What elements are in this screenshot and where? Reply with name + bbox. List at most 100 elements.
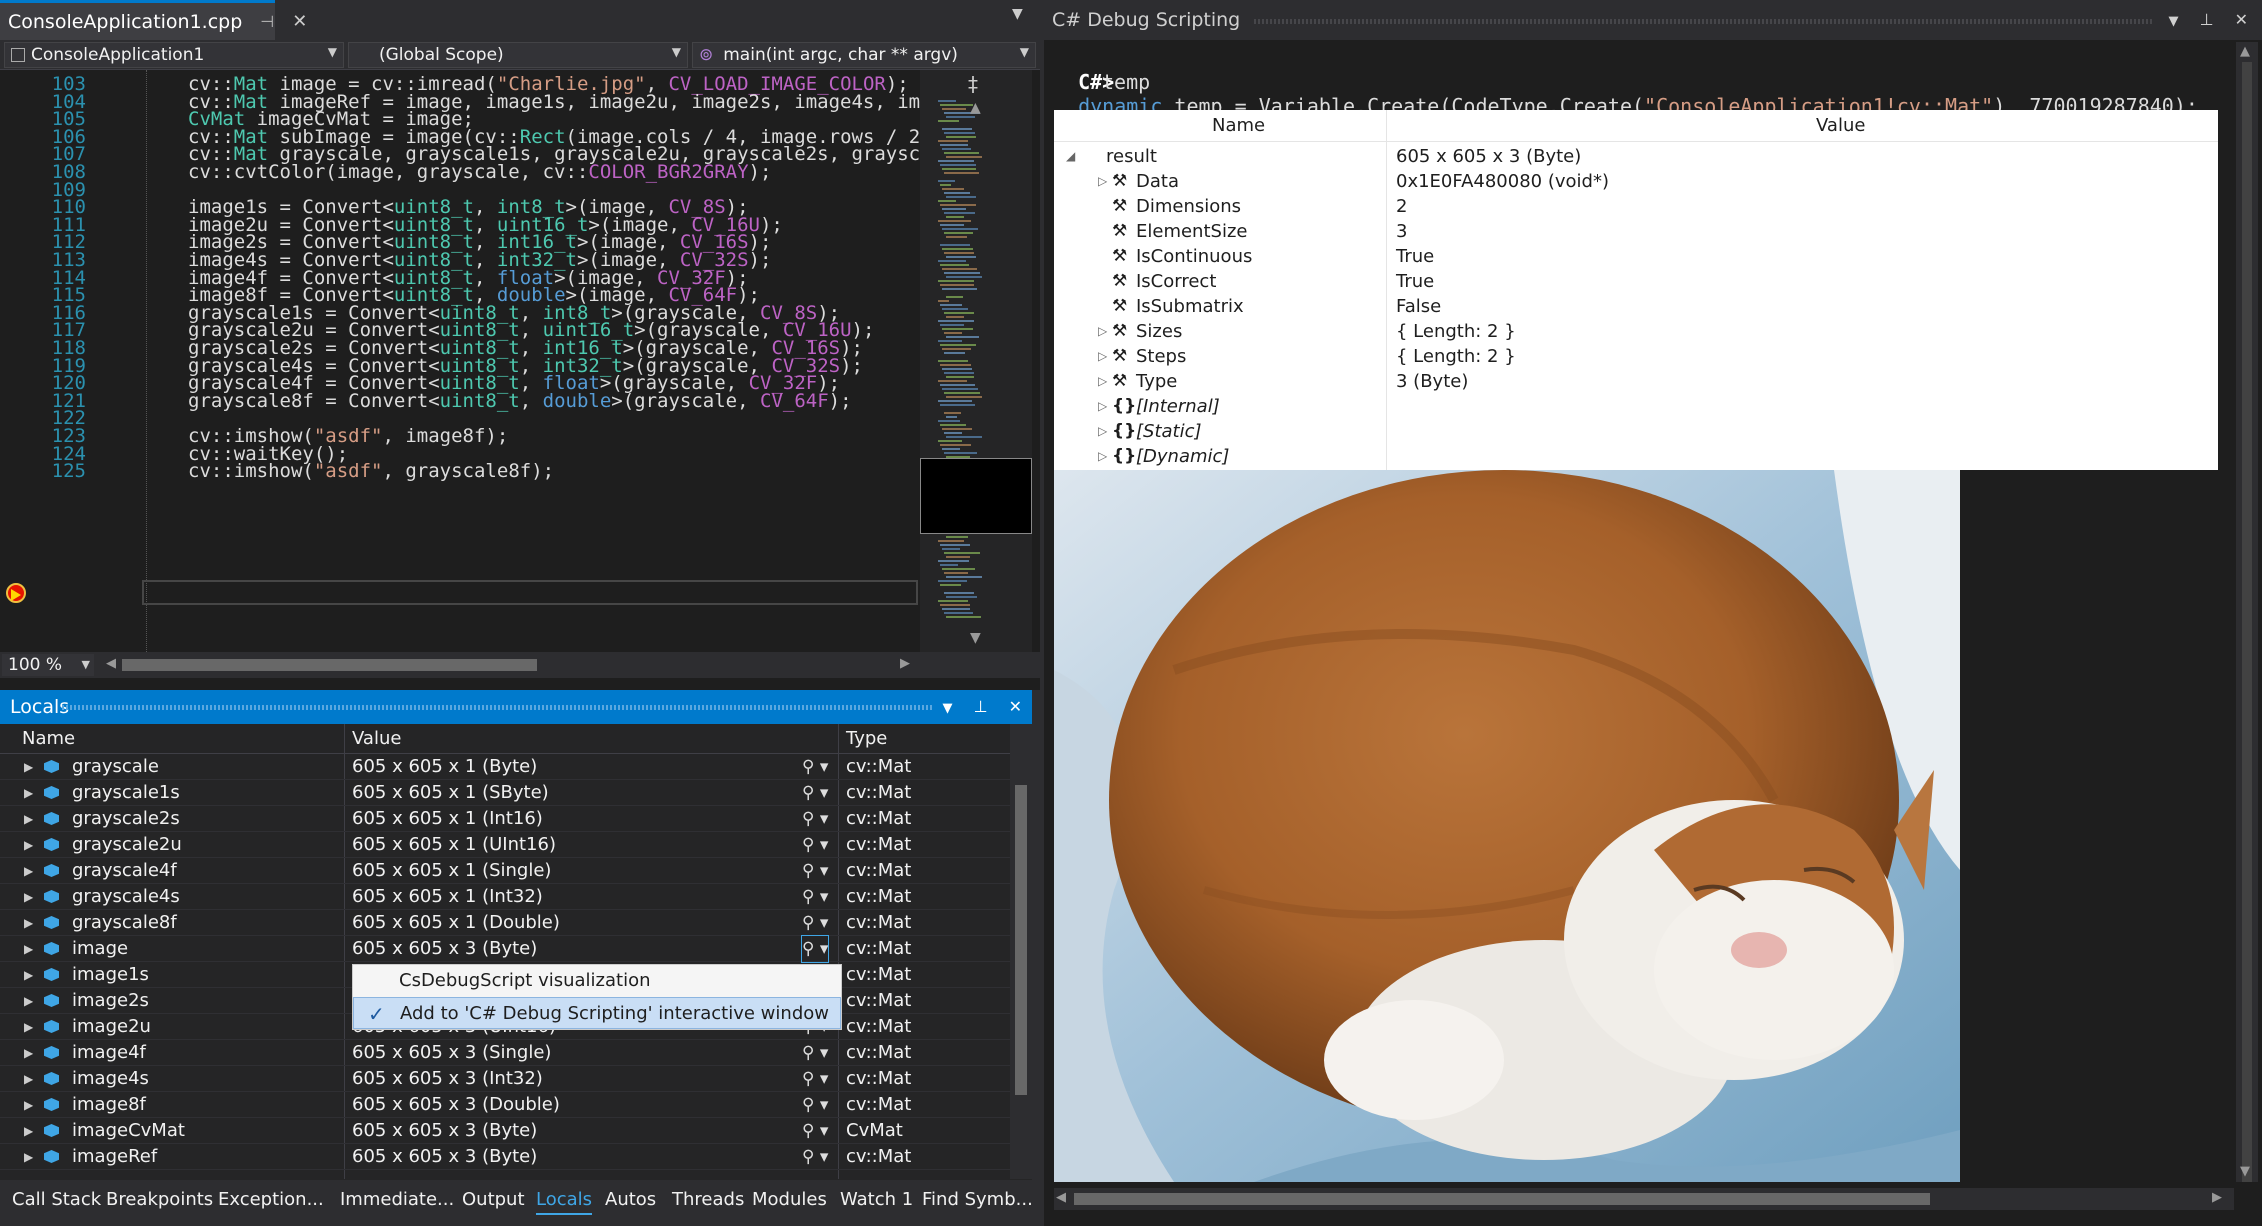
- expand-icon[interactable]: ▶: [24, 910, 33, 936]
- expand-icon[interactable]: ▷: [1098, 344, 1107, 369]
- locals-row[interactable]: ▶ grayscale1s 605 x 605 x 1 (SByte) ⚲ ▾ cv::…: [0, 780, 1010, 806]
- scroll-down-icon[interactable]: ▼: [2240, 1164, 2250, 1179]
- result-row[interactable]: ⚒ ElementSize 3: [1054, 219, 2218, 244]
- result-row[interactable]: ▷ ⚒ Sizes { Length: 2 }: [1054, 319, 2218, 344]
- bottom-tab[interactable]: Autos: [605, 1189, 656, 1210]
- expand-icon[interactable]: ▶: [24, 832, 33, 858]
- variable-value[interactable]: 605 x 605 x 3 (Single): [352, 1040, 551, 1066]
- magnifier-icon[interactable]: ⚲ ▾: [802, 910, 828, 936]
- locals-row[interactable]: ▶ image4f 605 x 605 x 3 (Single) ⚲ ▾ cv::Mat: [0, 1040, 1010, 1066]
- close-icon[interactable]: ✕: [292, 11, 307, 32]
- expand-icon[interactable]: ▷: [1098, 394, 1107, 419]
- column-header-value[interactable]: Value: [352, 724, 401, 754]
- expand-icon[interactable]: ▷: [1098, 319, 1107, 344]
- expand-icon[interactable]: ▶: [24, 1118, 33, 1144]
- project-dropdown[interactable]: ConsoleApplication1 ▼: [4, 42, 344, 68]
- scroll-left-icon[interactable]: ◀: [1056, 1190, 1066, 1205]
- minimap-viewport[interactable]: [920, 458, 1032, 534]
- minimap-scrollbar[interactable]: [920, 70, 1032, 652]
- bottom-tab[interactable]: Output: [462, 1189, 525, 1210]
- code-line[interactable]: 125 cv::imshow("asdf", grayscale8f);: [0, 459, 920, 484]
- expand-icon[interactable]: ▶: [24, 1144, 33, 1170]
- magnifier-icon[interactable]: ⚲ ▾: [802, 858, 828, 884]
- bottom-tab[interactable]: Find Symb...: [922, 1189, 1033, 1210]
- magnifier-icon[interactable]: ⚲ ▾: [802, 1040, 828, 1066]
- magnifier-icon[interactable]: ⚲ ▾: [802, 1092, 828, 1118]
- chevron-down-icon[interactable]: ▼: [1012, 6, 1023, 22]
- bottom-tab[interactable]: Modules: [752, 1189, 827, 1210]
- locals-row[interactable]: ▶ grayscale8f 605 x 605 x 1 (Double) ⚲ ▾ cv:…: [0, 910, 1010, 936]
- scripting-vertical-scrollbar-thumb[interactable]: [2242, 62, 2252, 1182]
- command-line[interactable]: C#> dynamic temp = Variable.Create(CodeT…: [1054, 46, 2198, 118]
- locals-row[interactable]: ▶ grayscale4s 605 x 605 x 1 (Int32) ⚲ ▾ cv::…: [0, 884, 1010, 910]
- scroll-right-icon[interactable]: ▶: [2212, 1190, 2222, 1205]
- pin-icon[interactable]: ⊣: [260, 12, 274, 31]
- variable-value[interactable]: 605 x 605 x 1 (Int32): [352, 884, 543, 910]
- command-line-2[interactable]: temp: [1102, 70, 1150, 94]
- scroll-right-icon[interactable]: ▶: [900, 656, 910, 671]
- variable-value[interactable]: 605 x 605 x 1 (UInt16): [352, 832, 556, 858]
- expand-icon[interactable]: ▶: [24, 1014, 33, 1040]
- locals-row[interactable]: ▶ imageRef 605 x 605 x 3 (Byte) ⚲ ▾ cv::Mat: [0, 1144, 1010, 1170]
- variable-value[interactable]: 605 x 605 x 1 (Double): [352, 910, 560, 936]
- result-row[interactable]: ⚒ IsSubmatrix False: [1054, 294, 2218, 319]
- expand-icon[interactable]: ▷: [1098, 369, 1107, 394]
- result-row[interactable]: ⚒ Dimensions 2: [1054, 194, 2218, 219]
- close-icon[interactable]: ✕: [2235, 10, 2248, 29]
- result-row[interactable]: ⚒ IsContinuous True: [1054, 244, 2218, 269]
- magnifier-icon[interactable]: ⚲ ▾: [802, 1144, 828, 1170]
- column-header-type[interactable]: Type: [846, 724, 887, 754]
- locals-row[interactable]: ▶ grayscale 605 x 605 x 1 (Byte) ⚲ ▾ cv::Mat: [0, 754, 1010, 780]
- variable-value[interactable]: 605 x 605 x 3 (Double): [352, 1092, 560, 1118]
- locals-row[interactable]: ▶ grayscale2u 605 x 605 x 1 (UInt16) ⚲ ▾ cv:…: [0, 832, 1010, 858]
- expand-icon[interactable]: ▶: [24, 884, 33, 910]
- result-row[interactable]: ▷{} [Internal]: [1054, 394, 2218, 419]
- expand-icon[interactable]: ▶: [24, 1092, 33, 1118]
- column-header-name[interactable]: Name: [1212, 115, 1265, 136]
- expand-icon[interactable]: ▶: [24, 1066, 33, 1092]
- result-row[interactable]: ▷ ⚒ Data 0x1E0FA480080 (void*): [1054, 169, 2218, 194]
- scripting-horizontal-scrollbar-thumb[interactable]: [1074, 1193, 1930, 1205]
- pin-icon[interactable]: ⊥: [974, 697, 988, 716]
- result-row[interactable]: ⚒ IsCorrect True: [1054, 269, 2218, 294]
- file-tab[interactable]: ConsoleApplication1.cpp ⊣ ✕: [0, 0, 307, 40]
- expand-icon[interactable]: ▶: [24, 858, 33, 884]
- expand-icon[interactable]: ▶: [24, 936, 33, 962]
- expand-icon[interactable]: ▶: [24, 962, 33, 988]
- expand-icon[interactable]: ▶: [24, 754, 33, 780]
- variable-value[interactable]: 605 x 605 x 1 (Single): [352, 858, 551, 884]
- result-row[interactable]: ▷{} [Dynamic]: [1054, 444, 2218, 469]
- magnifier-icon[interactable]: ⚲ ▾: [802, 1066, 828, 1092]
- magnifier-icon[interactable]: ⚲ ▾: [802, 806, 828, 832]
- expand-icon[interactable]: ▶: [24, 1040, 33, 1066]
- expand-icon[interactable]: ▷: [1098, 169, 1107, 194]
- locals-row[interactable]: ▶ image8f 605 x 605 x 3 (Double) ⚲ ▾ cv::Mat: [0, 1092, 1010, 1118]
- result-row[interactable]: ▷ ⚒ Type 3 (Byte): [1054, 369, 2218, 394]
- column-header-value[interactable]: Value: [1816, 115, 1865, 136]
- result-row[interactable]: ▷{} [Static]: [1054, 419, 2218, 444]
- locals-scrollbar-thumb[interactable]: [1015, 785, 1027, 1095]
- scroll-left-icon[interactable]: ◀: [106, 656, 116, 671]
- variable-value[interactable]: 605 x 605 x 3 (Byte): [352, 1144, 537, 1170]
- breakpoint-current-line-icon[interactable]: [6, 583, 26, 603]
- magnifier-icon[interactable]: ⚲ ▾: [802, 780, 828, 806]
- chevron-down-icon[interactable]: ▼: [942, 701, 952, 716]
- magnifier-icon[interactable]: ⚲ ▾: [802, 832, 828, 858]
- expand-icon[interactable]: ▷: [1098, 444, 1107, 469]
- menu-item-csdebugscript-visualization[interactable]: CsDebugScript visualization: [353, 965, 841, 997]
- locals-row[interactable]: ▶ grayscale4f 605 x 605 x 1 (Single) ⚲ ▾ cv:…: [0, 858, 1010, 884]
- magnifier-icon[interactable]: ⚲ ▾: [800, 935, 830, 963]
- scope-dropdown[interactable]: (Global Scope) ▼: [348, 42, 688, 68]
- bottom-tab[interactable]: Threads: [672, 1189, 744, 1210]
- expand-icon[interactable]: ▶: [24, 806, 33, 832]
- function-dropdown[interactable]: ⊚ main(int argc, char ** argv) ▼: [692, 42, 1036, 68]
- variable-value[interactable]: 605 x 605 x 3 (Byte): [352, 1118, 537, 1144]
- expand-icon[interactable]: ▶: [24, 780, 33, 806]
- bottom-tab[interactable]: Watch 1: [840, 1189, 913, 1210]
- close-icon[interactable]: ✕: [1009, 697, 1022, 716]
- pin-icon[interactable]: ⊥: [2200, 10, 2214, 29]
- scroll-down-icon[interactable]: ▼: [970, 630, 981, 646]
- bottom-tab[interactable]: Call Stack: [12, 1189, 101, 1210]
- locals-row[interactable]: ▶ image4s 605 x 605 x 3 (Int32) ⚲ ▾ cv::Mat: [0, 1066, 1010, 1092]
- result-row[interactable]: ▷ ⚒ Steps { Length: 2 }: [1054, 344, 2218, 369]
